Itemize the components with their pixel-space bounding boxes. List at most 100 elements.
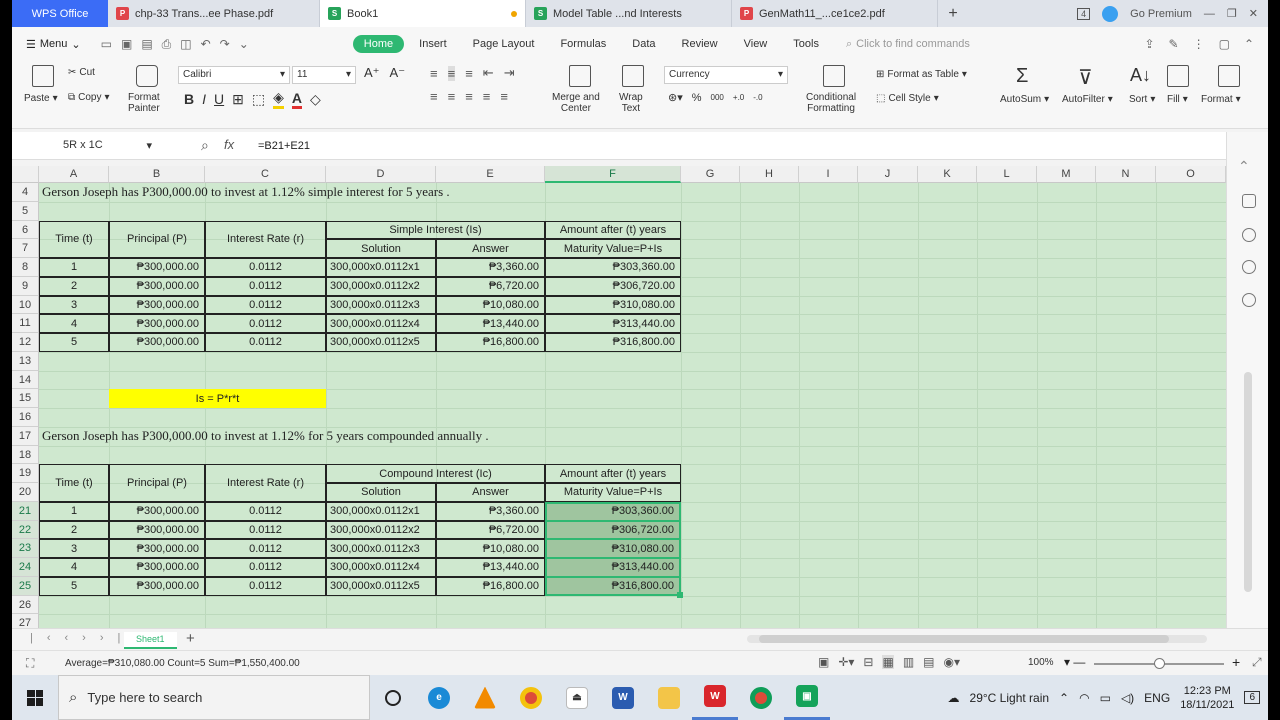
header-interest-group[interactable]: Compound Interest (Ic) — [326, 464, 545, 483]
row-header-19[interactable]: 19 — [12, 464, 39, 483]
export-icon[interactable]: ▤ — [141, 37, 152, 52]
save-icon[interactable]: ▣ — [121, 37, 132, 52]
column-header-c[interactable]: C — [205, 166, 326, 183]
comment-icon[interactable]: ▢ — [1219, 37, 1230, 51]
row-header-9[interactable]: 9 — [12, 276, 39, 296]
eye-protect-icon[interactable]: ◉▾ — [944, 655, 961, 669]
column-header-a[interactable]: A — [39, 166, 109, 183]
cut-button[interactable]: ✂ Cut — [68, 67, 95, 78]
edit-icon[interactable]: ✎ — [1169, 37, 1179, 51]
table-cell[interactable]: 0.0112 — [205, 501, 326, 521]
add-sheet-button[interactable]: + — [186, 630, 195, 647]
table-cell[interactable]: ₱300,000.00 — [109, 333, 205, 352]
column-header-b[interactable]: B — [109, 166, 205, 183]
table-cell[interactable]: 4 — [39, 558, 109, 577]
focus-icon[interactable]: ▣ — [818, 655, 829, 669]
tab-view[interactable]: View — [733, 35, 779, 53]
font-size-select[interactable]: 11 ▾ — [292, 66, 356, 84]
table-cell[interactable]: 3 — [39, 295, 109, 315]
table-cell[interactable]: ₱3,360.00 — [436, 258, 545, 277]
border-style-icon[interactable]: ⬚ — [252, 91, 265, 108]
distributed-icon[interactable]: ≡ — [500, 89, 508, 104]
table-cell[interactable]: 300,000x0.0112x1 — [326, 258, 436, 277]
share-icon[interactable]: ⇪ — [1144, 37, 1154, 51]
table-cell[interactable]: 0.0112 — [205, 576, 326, 596]
properties-icon[interactable] — [1242, 228, 1256, 242]
table-cell[interactable]: 5 — [39, 333, 109, 352]
table-cell[interactable]: ₱300,000.00 — [109, 258, 205, 277]
row-header-15[interactable]: 15 — [12, 389, 39, 408]
select-icon[interactable] — [1242, 194, 1256, 208]
fullscreen-icon[interactable]: ⤢ — [1252, 655, 1262, 670]
column-header-d[interactable]: D — [326, 166, 436, 183]
format-button[interactable]: Format ▾ — [1201, 94, 1241, 105]
doc-tab-genmath[interactable]: P GenMath11_...ce1ce2.pdf — [732, 0, 938, 27]
autosum-button[interactable]: AutoSum ▾ — [1000, 94, 1049, 105]
table-cell[interactable]: 0.0112 — [205, 295, 326, 315]
format-painter-button[interactable]: Format Painter — [128, 92, 160, 114]
normal-view-icon[interactable]: ▦ — [882, 655, 894, 669]
table-cell[interactable]: 0.0112 — [205, 520, 326, 540]
undo-icon[interactable]: ↶ — [201, 37, 211, 52]
table-cell[interactable]: ₱313,440.00 — [545, 314, 681, 333]
row-header-7[interactable]: 7 — [12, 239, 39, 258]
table-cell[interactable]: 1 — [39, 258, 109, 277]
column-header-n[interactable]: N — [1096, 166, 1156, 183]
row-header-13[interactable]: 13 — [12, 351, 39, 371]
header-time[interactable]: Time (t) — [39, 464, 109, 502]
table-cell[interactable]: 2 — [39, 520, 109, 540]
header-answer[interactable]: Answer — [436, 483, 545, 502]
increase-decimal-icon[interactable]: +.0 — [733, 93, 744, 102]
weather-text[interactable]: 29°C Light rain — [970, 691, 1050, 705]
header-maturity[interactable]: Maturity Value=P+Is — [545, 483, 681, 502]
table-cell[interactable]: ₱10,080.00 — [436, 539, 545, 558]
bold-icon[interactable]: B — [184, 91, 194, 107]
tab-insert[interactable]: Insert — [408, 35, 458, 53]
fill-button[interactable]: Fill ▾ — [1167, 94, 1188, 105]
table-cell[interactable]: ₱13,440.00 — [436, 558, 545, 577]
thousands-icon[interactable]: 000 — [711, 93, 724, 102]
doc-tab-pdf-1[interactable]: P chp-33 Trans...ee Phase.pdf — [108, 0, 320, 27]
new-tab-button[interactable]: + — [938, 0, 968, 27]
table-cell[interactable]: ₱3,360.00 — [436, 501, 545, 521]
increase-font-icon[interactable]: A⁺ — [364, 65, 380, 81]
preview-icon[interactable]: ◫ — [180, 37, 191, 52]
table-cell[interactable]: 300,000x0.0112x1 — [326, 501, 436, 521]
tab-home[interactable]: Home — [352, 35, 405, 53]
column-header-g[interactable]: G — [681, 166, 740, 183]
row-header-20[interactable]: 20 — [12, 483, 39, 502]
column-header-k[interactable]: K — [918, 166, 977, 183]
name-box[interactable]: 5R x 1C ▾ — [20, 137, 158, 156]
clear-format-icon[interactable]: ◇ — [310, 91, 321, 108]
horizontal-scroll-thumb[interactable] — [759, 635, 1169, 643]
font-color-icon[interactable]: A — [291, 90, 303, 109]
language-indicator[interactable]: ENG — [1144, 691, 1170, 705]
macro-icon[interactable]: ⛶ — [26, 656, 34, 671]
table-cell[interactable]: 0.0112 — [205, 276, 326, 296]
clock[interactable]: 12:23 PM 18/11/2021 — [1180, 684, 1234, 712]
align-right-icon[interactable]: ≡ — [465, 89, 473, 104]
zoom-formula-icon[interactable]: ⌕ — [201, 137, 209, 154]
fill-handle[interactable] — [677, 591, 683, 598]
header-principal[interactable]: Principal (P) — [109, 220, 205, 258]
more-icon[interactable]: ⋮ — [1193, 37, 1205, 51]
fx-icon[interactable]: fx — [224, 137, 234, 152]
task-view-button[interactable] — [370, 675, 416, 720]
table-cell[interactable]: ₱16,800.00 — [436, 576, 545, 596]
row-header-21[interactable]: 21 — [12, 501, 39, 521]
column-header-i[interactable]: I — [799, 166, 858, 183]
justify-icon[interactable]: ≡ — [483, 89, 491, 104]
row-header-4[interactable]: 4 — [12, 183, 39, 202]
header-solution[interactable]: Solution — [326, 483, 436, 502]
header-interest-rate[interactable]: Interest Rate (r) — [205, 464, 326, 502]
borders-icon[interactable]: ⊞ — [232, 91, 244, 108]
zoom-slider[interactable] — [1094, 658, 1224, 669]
tab-data[interactable]: Data — [621, 35, 666, 53]
help-icon[interactable] — [1242, 293, 1256, 307]
battery-icon[interactable]: ▭ — [1100, 691, 1111, 705]
zoom-level[interactable]: 100% — [1028, 657, 1054, 668]
align-top-icon[interactable]: ≡ — [430, 66, 438, 81]
row-header-25[interactable]: 25 — [12, 576, 39, 596]
spreadsheet-grid[interactable]: A B C D E F G H I J K L M N O 4 5 6 7 8 9 10 11 12 13 14 15 16 17 18 1… — [12, 166, 1226, 628]
open-icon[interactable]: ▭ — [101, 37, 112, 52]
